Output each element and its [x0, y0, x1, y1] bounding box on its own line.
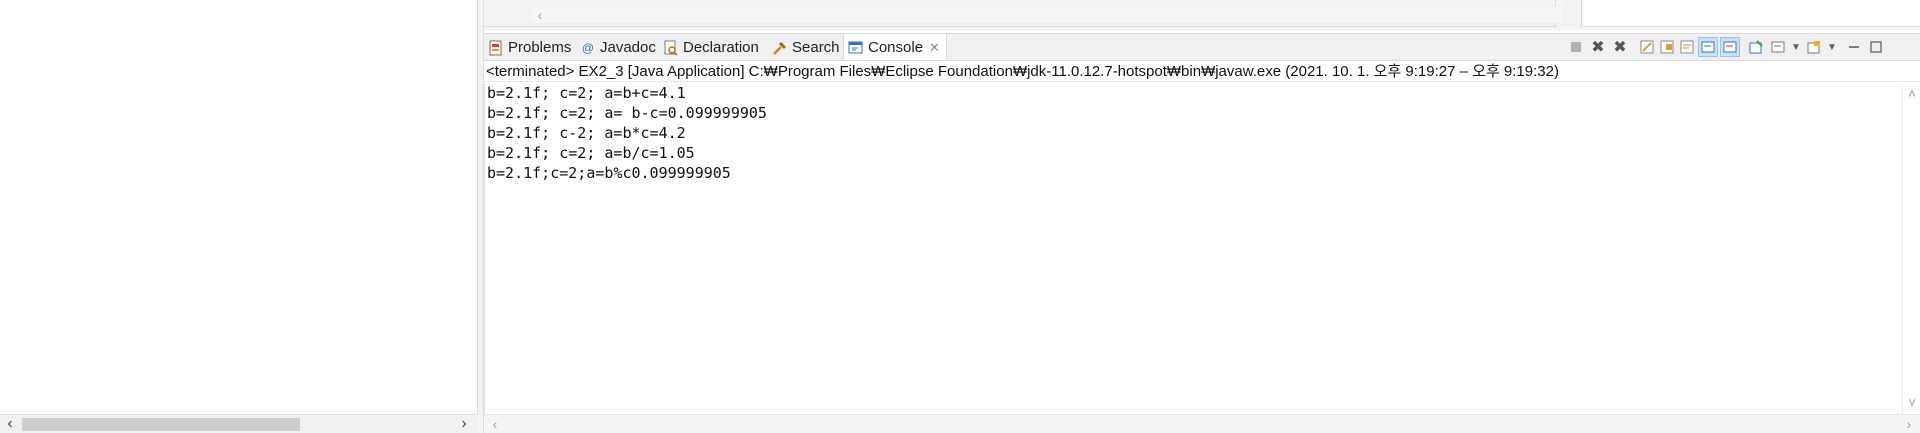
console-icon — [848, 40, 864, 56]
tab-search[interactable]: Search — [772, 34, 840, 61]
tab-declaration[interactable]: Declaration — [663, 34, 759, 61]
tab-label: Javadoc — [600, 39, 656, 56]
editor-horizontal-scrollbar[interactable]: ‹ › — [530, 6, 1578, 24]
search-icon — [772, 40, 788, 56]
scroll-left-icon[interactable]: ‹ — [486, 415, 504, 433]
scroll-up-icon[interactable]: ˄ — [1903, 85, 1920, 103]
tab-javadoc[interactable]: @ Javadoc — [580, 34, 656, 61]
show-console-stdout-icon[interactable] — [1698, 37, 1718, 57]
eclipse-window: ‹ › ‹ › Problems @ Javadoc — [0, 0, 1920, 433]
show-console-stderr-icon[interactable] — [1720, 37, 1740, 57]
console-process-label: <terminated> EX2_3 [Java Application] C:… — [484, 60, 1920, 82]
terminate-icon[interactable] — [1566, 37, 1586, 57]
console-line: b=2.1f; c-2; a=b*c=4.2 — [487, 124, 686, 142]
scroll-left-icon[interactable]: ‹ — [531, 6, 549, 24]
editor-bottom-strip: ‹ › — [484, 0, 1920, 30]
tab-console[interactable]: Console ✕ — [843, 33, 947, 61]
problems-icon — [488, 40, 504, 56]
open-console-icon[interactable] — [1804, 37, 1824, 57]
console-line: b=2.1f; c=2; a= b-c=0.099999905 — [487, 104, 767, 122]
tab-label: Search — [792, 39, 840, 56]
display-dropdown-icon[interactable]: ▼ — [1786, 37, 1806, 57]
tab-label: Problems — [508, 39, 572, 56]
outline-pane — [1584, 0, 1920, 27]
editor-area: ‹ › — [484, 0, 1578, 27]
open-console-dropdown-icon[interactable]: ▼ — [1822, 37, 1842, 57]
console-vertical-scrollbar[interactable]: ˄ ˅ — [1902, 83, 1920, 414]
maximize-icon[interactable] — [1866, 37, 1886, 57]
word-wrap-icon[interactable] — [1677, 37, 1697, 57]
remove-launch-icon[interactable]: ✖ — [1588, 37, 1608, 57]
views-tab-bar: Problems @ Javadoc Declaration Search Co… — [484, 33, 1920, 61]
javadoc-icon: @ — [581, 40, 595, 55]
console-horizontal-scrollbar[interactable]: ‹ › — [484, 414, 1920, 433]
scroll-left-icon[interactable]: ‹ — [0, 415, 20, 433]
editor-vertical-ruler — [1562, 0, 1582, 27]
tab-problems[interactable]: Problems — [488, 34, 571, 61]
remove-all-terminated-icon[interactable]: ✖ — [1610, 37, 1630, 57]
scroll-lock-icon[interactable] — [1657, 37, 1677, 57]
console-line: b=2.1f; c=2; a=b/c=1.05 — [487, 144, 695, 162]
minimize-icon[interactable] — [1844, 37, 1864, 57]
scroll-down-icon[interactable]: ˅ — [1903, 394, 1920, 412]
tab-label: Declaration — [683, 39, 759, 56]
scrollbar-thumb[interactable] — [22, 418, 300, 431]
console-line: b=2.1f;c=2;a=b%c0.099999905 — [487, 164, 731, 182]
clear-console-icon[interactable] — [1637, 37, 1657, 57]
tab-label: Console — [868, 39, 924, 56]
console-line: b=2.1f; c=2; a=b+c=4.1 — [487, 84, 686, 102]
scroll-right-icon[interactable]: › — [454, 415, 474, 433]
declaration-icon — [663, 40, 679, 56]
left-horizontal-scrollbar[interactable]: ‹ › — [0, 414, 478, 433]
display-selected-console-icon[interactable] — [1768, 37, 1788, 57]
pin-console-icon[interactable] — [1746, 37, 1766, 57]
scroll-right-icon[interactable]: › — [1900, 415, 1918, 433]
close-icon[interactable]: ✕ — [929, 40, 940, 56]
left-pane: ‹ › — [0, 0, 478, 433]
console-output[interactable]: b=2.1f; c=2; a=b+c=4.1 b=2.1f; c=2; a= b… — [484, 83, 1902, 414]
